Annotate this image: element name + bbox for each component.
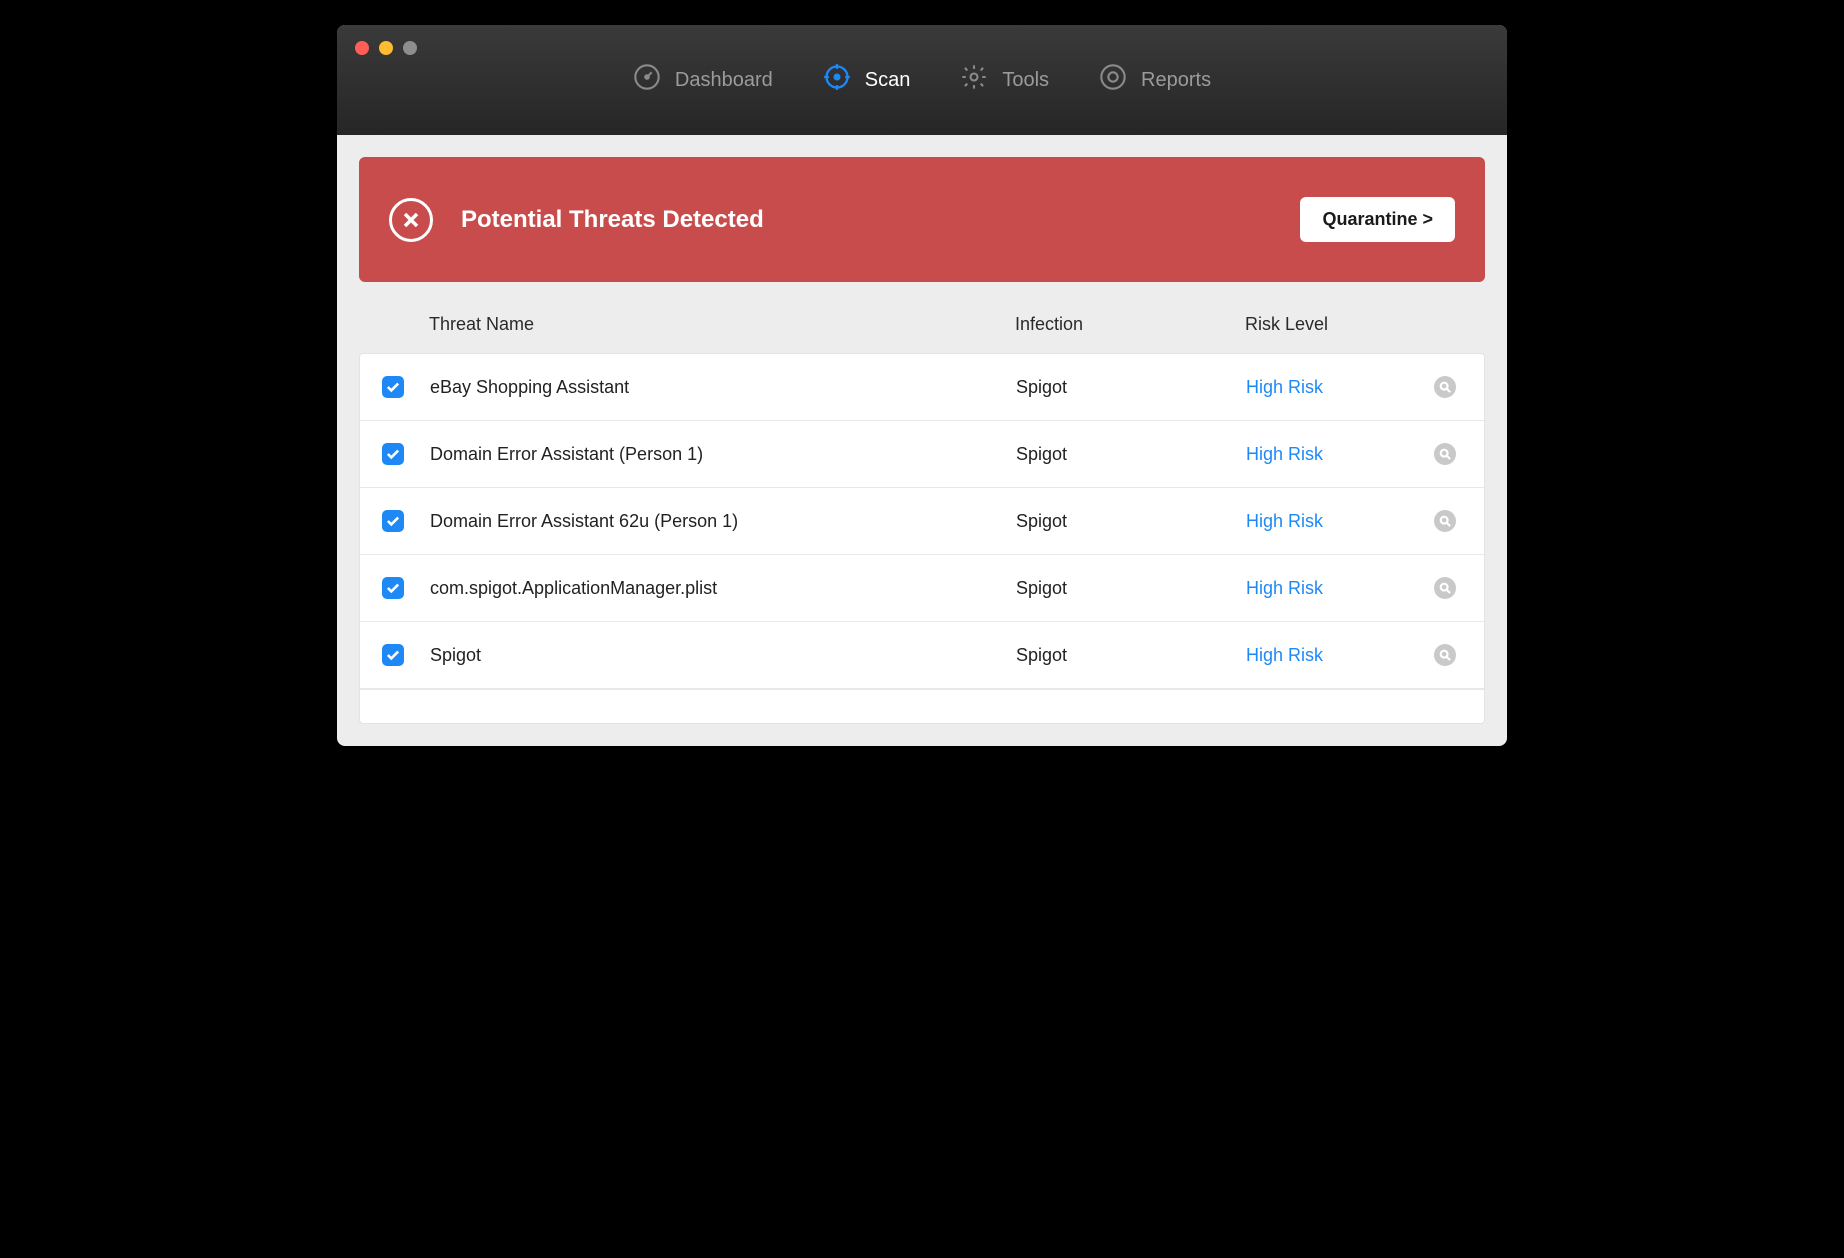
window-minimize-button[interactable] bbox=[379, 41, 393, 55]
table-row: com.spigot.ApplicationManager.plist Spig… bbox=[360, 555, 1484, 622]
threat-risk: High Risk bbox=[1246, 511, 1426, 532]
scan-icon bbox=[823, 63, 851, 97]
table-row: eBay Shopping Assistant Spigot High Risk bbox=[360, 354, 1484, 421]
tab-reports[interactable]: Reports bbox=[1089, 57, 1221, 103]
threat-name: Domain Error Assistant 62u (Person 1) bbox=[430, 511, 1016, 532]
column-header-action bbox=[1425, 314, 1457, 335]
threat-risk: High Risk bbox=[1246, 645, 1426, 666]
row-checkbox[interactable] bbox=[382, 443, 404, 465]
alert-title: Potential Threats Detected bbox=[461, 206, 764, 234]
threat-name: eBay Shopping Assistant bbox=[430, 377, 1016, 398]
inspect-button[interactable] bbox=[1434, 510, 1456, 532]
threats-table: Threat Name Infection Risk Level eBay Sh… bbox=[359, 292, 1485, 724]
inspect-button[interactable] bbox=[1434, 577, 1456, 599]
threat-infection: Spigot bbox=[1016, 645, 1246, 666]
inspect-button[interactable] bbox=[1434, 644, 1456, 666]
alert-banner: Potential Threats Detected Quarantine > bbox=[359, 157, 1485, 282]
tab-scan[interactable]: Scan bbox=[813, 57, 921, 103]
table-header-row: Threat Name Infection Risk Level bbox=[359, 292, 1485, 353]
column-header-name: Threat Name bbox=[429, 314, 1015, 335]
content-area: Potential Threats Detected Quarantine > … bbox=[337, 135, 1507, 746]
quarantine-button[interactable]: Quarantine > bbox=[1300, 197, 1455, 242]
row-checkbox[interactable] bbox=[382, 644, 404, 666]
window-maximize-button[interactable] bbox=[403, 41, 417, 55]
tab-label: Reports bbox=[1141, 69, 1211, 92]
threat-name: Domain Error Assistant (Person 1) bbox=[430, 444, 1016, 465]
row-checkbox[interactable] bbox=[382, 376, 404, 398]
table-row: Domain Error Assistant (Person 1) Spigot… bbox=[360, 421, 1484, 488]
threat-infection: Spigot bbox=[1016, 578, 1246, 599]
row-checkbox[interactable] bbox=[382, 510, 404, 532]
threat-infection: Spigot bbox=[1016, 377, 1246, 398]
row-checkbox[interactable] bbox=[382, 577, 404, 599]
window-controls bbox=[355, 41, 417, 55]
titlebar: Dashboard Scan bbox=[337, 25, 1507, 135]
nav-tabs: Dashboard Scan bbox=[337, 25, 1507, 135]
tab-tools[interactable]: Tools bbox=[950, 57, 1059, 103]
inspect-button[interactable] bbox=[1434, 443, 1456, 465]
dashboard-icon bbox=[633, 63, 661, 97]
window-close-button[interactable] bbox=[355, 41, 369, 55]
threat-infection: Spigot bbox=[1016, 511, 1246, 532]
table-row: Spigot Spigot High Risk bbox=[360, 622, 1484, 689]
column-header-infection: Infection bbox=[1015, 314, 1245, 335]
threat-name: Spigot bbox=[430, 645, 1016, 666]
tab-dashboard[interactable]: Dashboard bbox=[623, 57, 783, 103]
threat-x-icon bbox=[389, 198, 433, 242]
reports-icon bbox=[1099, 63, 1127, 97]
table-footer bbox=[360, 689, 1484, 723]
threat-risk: High Risk bbox=[1246, 377, 1426, 398]
table-row: Domain Error Assistant 62u (Person 1) Sp… bbox=[360, 488, 1484, 555]
threat-risk: High Risk bbox=[1246, 578, 1426, 599]
inspect-button[interactable] bbox=[1434, 376, 1456, 398]
app-window: Dashboard Scan bbox=[337, 25, 1507, 746]
tools-icon bbox=[960, 63, 988, 97]
threat-name: com.spigot.ApplicationManager.plist bbox=[430, 578, 1016, 599]
tab-label: Scan bbox=[865, 69, 911, 92]
threat-risk: High Risk bbox=[1246, 444, 1426, 465]
alert-left: Potential Threats Detected bbox=[389, 198, 764, 242]
table-body: eBay Shopping Assistant Spigot High Risk… bbox=[359, 353, 1485, 724]
threat-infection: Spigot bbox=[1016, 444, 1246, 465]
tab-label: Dashboard bbox=[675, 69, 773, 92]
tab-label: Tools bbox=[1002, 69, 1049, 92]
column-header-risk: Risk Level bbox=[1245, 314, 1425, 335]
